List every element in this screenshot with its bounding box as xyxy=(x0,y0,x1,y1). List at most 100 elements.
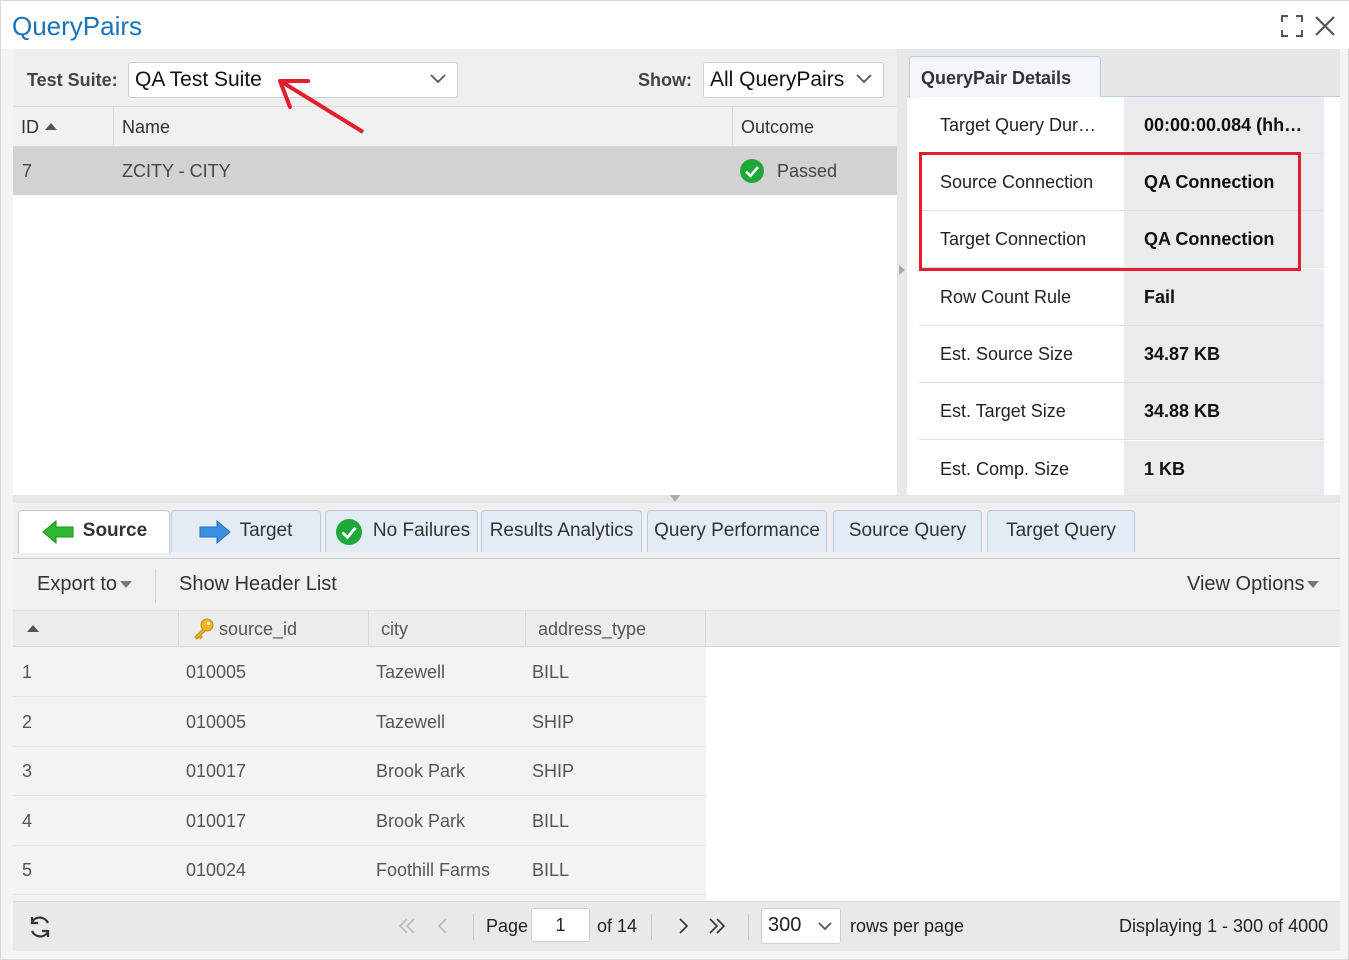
details-tabbar: QueryPair Details xyxy=(907,49,1340,98)
column-header-address-type[interactable]: address_type xyxy=(526,611,706,647)
property-row: Est. Source Size 34.87 KB xyxy=(919,326,1324,383)
chevron-down-icon xyxy=(430,74,446,84)
test-suite-label: Test Suite: xyxy=(27,70,118,90)
querypairs-list-panel: Test Suite: QA Test Suite Show: All Quer… xyxy=(13,49,897,495)
pager-divider xyxy=(651,914,652,940)
page-count: of 14 xyxy=(597,916,638,936)
refresh-icon[interactable] xyxy=(27,914,53,940)
cell-source-id: 010024 xyxy=(186,860,247,880)
maximize-icon[interactable] xyxy=(1281,15,1303,37)
tab-source-query[interactable]: Source Query xyxy=(833,510,982,552)
toolbar-divider xyxy=(155,569,156,603)
check-circle-icon xyxy=(336,519,362,545)
chevron-down-icon xyxy=(856,74,872,84)
cell-city: Foothill Farms xyxy=(376,860,491,880)
page-label: Page xyxy=(486,916,529,936)
property-value: 1 KB xyxy=(1124,441,1324,497)
collapse-arrow-icon xyxy=(670,495,680,502)
column-header-city[interactable]: city xyxy=(369,611,526,647)
pager-divider xyxy=(748,914,749,940)
column-header-name[interactable]: Name xyxy=(114,107,733,147)
table-row[interactable]: 4 010017 Brook Park BILL xyxy=(13,796,706,846)
last-page-icon[interactable] xyxy=(707,916,727,936)
next-page-icon[interactable] xyxy=(673,916,693,936)
view-options-button[interactable]: View Options xyxy=(1187,559,1320,611)
cell-row-number: 5 xyxy=(22,860,33,880)
close-icon[interactable] xyxy=(1313,14,1337,38)
first-page-icon[interactable] xyxy=(397,916,417,936)
tab-query-performance[interactable]: Query Performance xyxy=(647,510,827,552)
arrow-left-icon xyxy=(42,520,74,544)
title-bar: QueryPairs xyxy=(1,1,1349,49)
check-circle-icon xyxy=(740,159,764,183)
cell-city: Brook Park xyxy=(376,761,466,781)
results-panel: Source Target No Failures Results Analyt… xyxy=(13,503,1340,951)
collapse-arrow-icon xyxy=(899,265,905,275)
column-header-row-number[interactable] xyxy=(13,611,179,647)
arrow-right-icon xyxy=(199,520,231,544)
tab-results-analytics[interactable]: Results Analytics xyxy=(481,510,642,552)
cell-row-number: 2 xyxy=(22,712,33,732)
sort-asc-icon xyxy=(45,122,57,130)
show-dropdown[interactable]: All QueryPairs xyxy=(703,62,884,98)
cell-city: Tazewell xyxy=(376,712,446,732)
cell-address-type: SHIP xyxy=(532,712,575,732)
cell-source-id: 010005 xyxy=(186,712,247,732)
cell-city: Tazewell xyxy=(376,662,446,682)
column-header-outcome[interactable]: Outcome xyxy=(733,107,897,147)
page-number-input[interactable]: 1 xyxy=(531,908,590,942)
column-header-id[interactable]: ID xyxy=(13,107,114,147)
row-outcome: Passed xyxy=(777,161,838,181)
cell-row-number: 3 xyxy=(22,761,33,781)
tab-target[interactable]: Target xyxy=(171,510,321,552)
cell-address-type: SHIP xyxy=(532,761,575,781)
table-row[interactable]: 2 010005 Tazewell SHIP xyxy=(13,697,706,747)
annotation-highlight-box xyxy=(919,152,1301,271)
property-row: Est. Comp. Size 1 KB xyxy=(919,441,1324,497)
results-grid-header: source_id city address_type xyxy=(13,611,1340,647)
test-suite-value: QA Test Suite xyxy=(135,68,262,91)
row-name: ZCITY - CITY xyxy=(122,161,231,181)
results-toolbar: Export to Show Header List View Options xyxy=(13,559,1340,611)
property-name: Est. Source Size xyxy=(919,326,1124,382)
property-name: Est. Comp. Size xyxy=(919,441,1124,497)
row-id: 7 xyxy=(22,161,33,181)
property-value: 34.88 KB xyxy=(1124,383,1324,439)
cell-row-number: 4 xyxy=(22,811,33,831)
property-name: Est. Target Size xyxy=(919,383,1124,439)
previous-page-icon[interactable] xyxy=(433,916,453,936)
caret-down-icon xyxy=(120,581,133,589)
tab-source[interactable]: Source xyxy=(18,510,170,553)
export-to-button[interactable]: Export to xyxy=(37,559,133,611)
vertical-splitter[interactable] xyxy=(897,49,907,495)
cell-source-id: 010005 xyxy=(186,662,247,682)
show-header-list-button[interactable]: Show Header List xyxy=(179,559,337,611)
rows-per-page-label: rows per page xyxy=(850,916,965,936)
filter-toolbar: Test Suite: QA Test Suite Show: All Quer… xyxy=(13,49,897,107)
sort-asc-icon xyxy=(27,624,39,632)
cell-address-type: BILL xyxy=(532,662,570,682)
property-row: Target Query Dur… 00:00:00.084 (hh… xyxy=(919,97,1324,154)
property-name: Target Query Dur… xyxy=(919,97,1124,153)
table-row[interactable]: 1 010005 Tazewell BILL xyxy=(13,647,706,697)
cell-row-number: 1 xyxy=(22,662,33,682)
property-value: 34.87 KB xyxy=(1124,326,1324,382)
table-row[interactable]: 3 010017 Brook Park SHIP xyxy=(13,746,706,796)
tab-target-query[interactable]: Target Query xyxy=(987,510,1135,552)
property-value: Fail xyxy=(1124,269,1324,325)
paging-toolbar: Page 1 of 14 300 rows per page Displayin… xyxy=(13,901,1340,951)
rows-per-page-dropdown[interactable]: 300 xyxy=(761,908,841,944)
cell-source-id: 010017 xyxy=(186,811,247,831)
horizontal-splitter[interactable] xyxy=(13,495,1340,503)
tab-no-failures[interactable]: No Failures xyxy=(325,510,478,552)
show-value: All QueryPairs xyxy=(710,68,845,91)
querypairs-window: QueryPairs Test Suite: QA Test Suite Sho… xyxy=(0,0,1349,960)
table-row[interactable]: 5 010024 Foothill Farms BILL xyxy=(13,845,706,895)
column-header-source-id[interactable]: source_id xyxy=(179,611,369,647)
results-tabbar: Source Target No Failures Results Analyt… xyxy=(13,503,1340,559)
table-row[interactable]: 7 ZCITY - CITY Passed xyxy=(13,147,897,195)
annotation-arrow-icon xyxy=(278,79,365,134)
tab-querypair-details[interactable]: QueryPair Details xyxy=(909,56,1101,98)
querypair-details-panel: QueryPair Details Target Query Dur… 00:0… xyxy=(907,49,1340,497)
cell-address-type: BILL xyxy=(532,811,570,831)
